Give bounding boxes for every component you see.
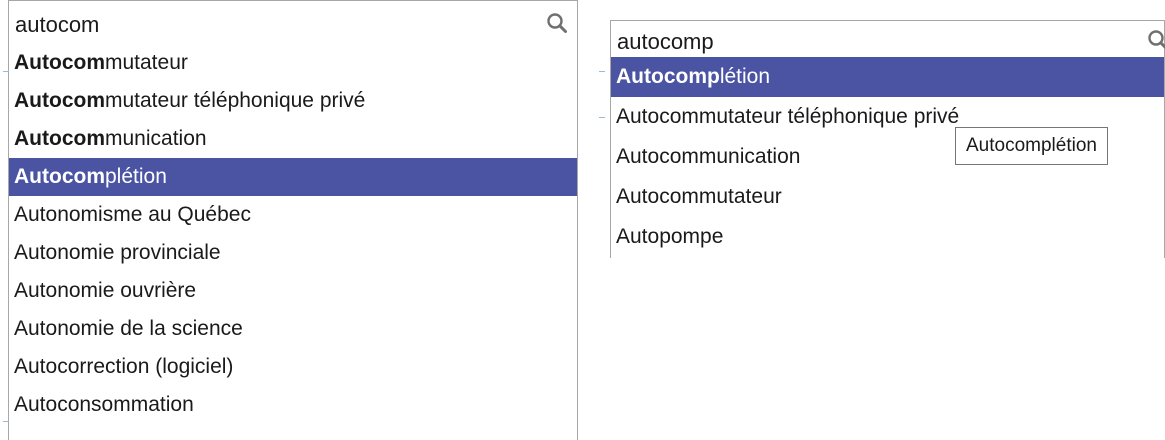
suggestion-item[interactable]: Autonomie de la science bbox=[9, 310, 577, 348]
suggestion-rest-text: létion bbox=[719, 65, 771, 88]
suggestion-item[interactable]: Autocorrection (logiciel) bbox=[9, 348, 577, 386]
suggestion-rest-text: Autocommutateur téléphonique privé bbox=[616, 105, 960, 128]
suggestion-match-text: Autocomp bbox=[616, 65, 720, 88]
suggestion-rest-text: Autonomie provinciale bbox=[14, 241, 221, 264]
suggestion-item[interactable]: Autocommutateur bbox=[611, 177, 1164, 217]
suggestion-rest-text: Autocommunication bbox=[616, 145, 801, 168]
suggestion-item[interactable]: Autonomie ouvrière bbox=[9, 272, 577, 310]
search-box[interactable]: autocom bbox=[8, 0, 578, 45]
divider bbox=[3, 71, 9, 72]
suggestion-item[interactable]: Autopompe bbox=[611, 217, 1164, 257]
search-input[interactable]: autocomp bbox=[617, 29, 714, 55]
suggestion-rest-text: mutateur téléphonique privé bbox=[105, 89, 366, 112]
search-icon[interactable] bbox=[1146, 28, 1165, 52]
divider bbox=[599, 117, 605, 118]
suggestion-rest-text: plétion bbox=[105, 165, 167, 188]
suggestion-rest-text: Autoconsommation bbox=[14, 393, 194, 416]
suggestion-rest-text: mutateur bbox=[105, 51, 188, 74]
suggestion-list: Autocommutateur Autocommutateur téléphoni… bbox=[8, 44, 578, 440]
search-input[interactable]: autocom bbox=[15, 12, 99, 38]
suggestion-item[interactable]: Autonomisme au Québec bbox=[9, 196, 577, 234]
search-box[interactable]: autocomp bbox=[610, 20, 1165, 58]
suggestion-rest-text: Autocorrection (logiciel) bbox=[14, 355, 234, 378]
autocomplete-panel-left: autocom Autocommutateur Autocommutateur t… bbox=[8, 0, 578, 440]
suggestion-item[interactable]: Autocommunication bbox=[9, 120, 577, 158]
search-icon[interactable] bbox=[545, 11, 569, 35]
divider bbox=[599, 71, 605, 72]
suggestion-item[interactable]: Autocomplétion bbox=[611, 57, 1164, 97]
suggestion-match-text: Autocom bbox=[14, 127, 105, 150]
suggestion-match-text: Autocom bbox=[14, 89, 105, 112]
suggestion-item[interactable]: Autoconsommation bbox=[9, 386, 577, 424]
suggestion-item[interactable]: Autocommutateur bbox=[9, 44, 577, 82]
tooltip: Autocomplétion bbox=[955, 127, 1108, 165]
suggestion-item[interactable]: Autocommutateur téléphonique privé bbox=[9, 82, 577, 120]
divider bbox=[3, 421, 9, 422]
suggestion-item[interactable]: Autonomie provinciale bbox=[9, 234, 577, 272]
suggestion-match-text: Autocom bbox=[14, 165, 105, 188]
suggestion-rest-text: Autopompe bbox=[616, 225, 724, 248]
suggestion-rest-text: munication bbox=[105, 127, 207, 150]
suggestion-match-text: Autocom bbox=[14, 51, 105, 74]
suggestion-rest-text: Autocommutateur bbox=[616, 185, 782, 208]
suggestion-rest-text: Autonomisme au Québec bbox=[14, 203, 251, 226]
suggestion-item[interactable]: Autocomplétion bbox=[9, 158, 577, 196]
suggestion-rest-text: Autonomie de la science bbox=[14, 317, 243, 340]
suggestion-rest-text: Autonomie ouvrière bbox=[14, 279, 197, 302]
